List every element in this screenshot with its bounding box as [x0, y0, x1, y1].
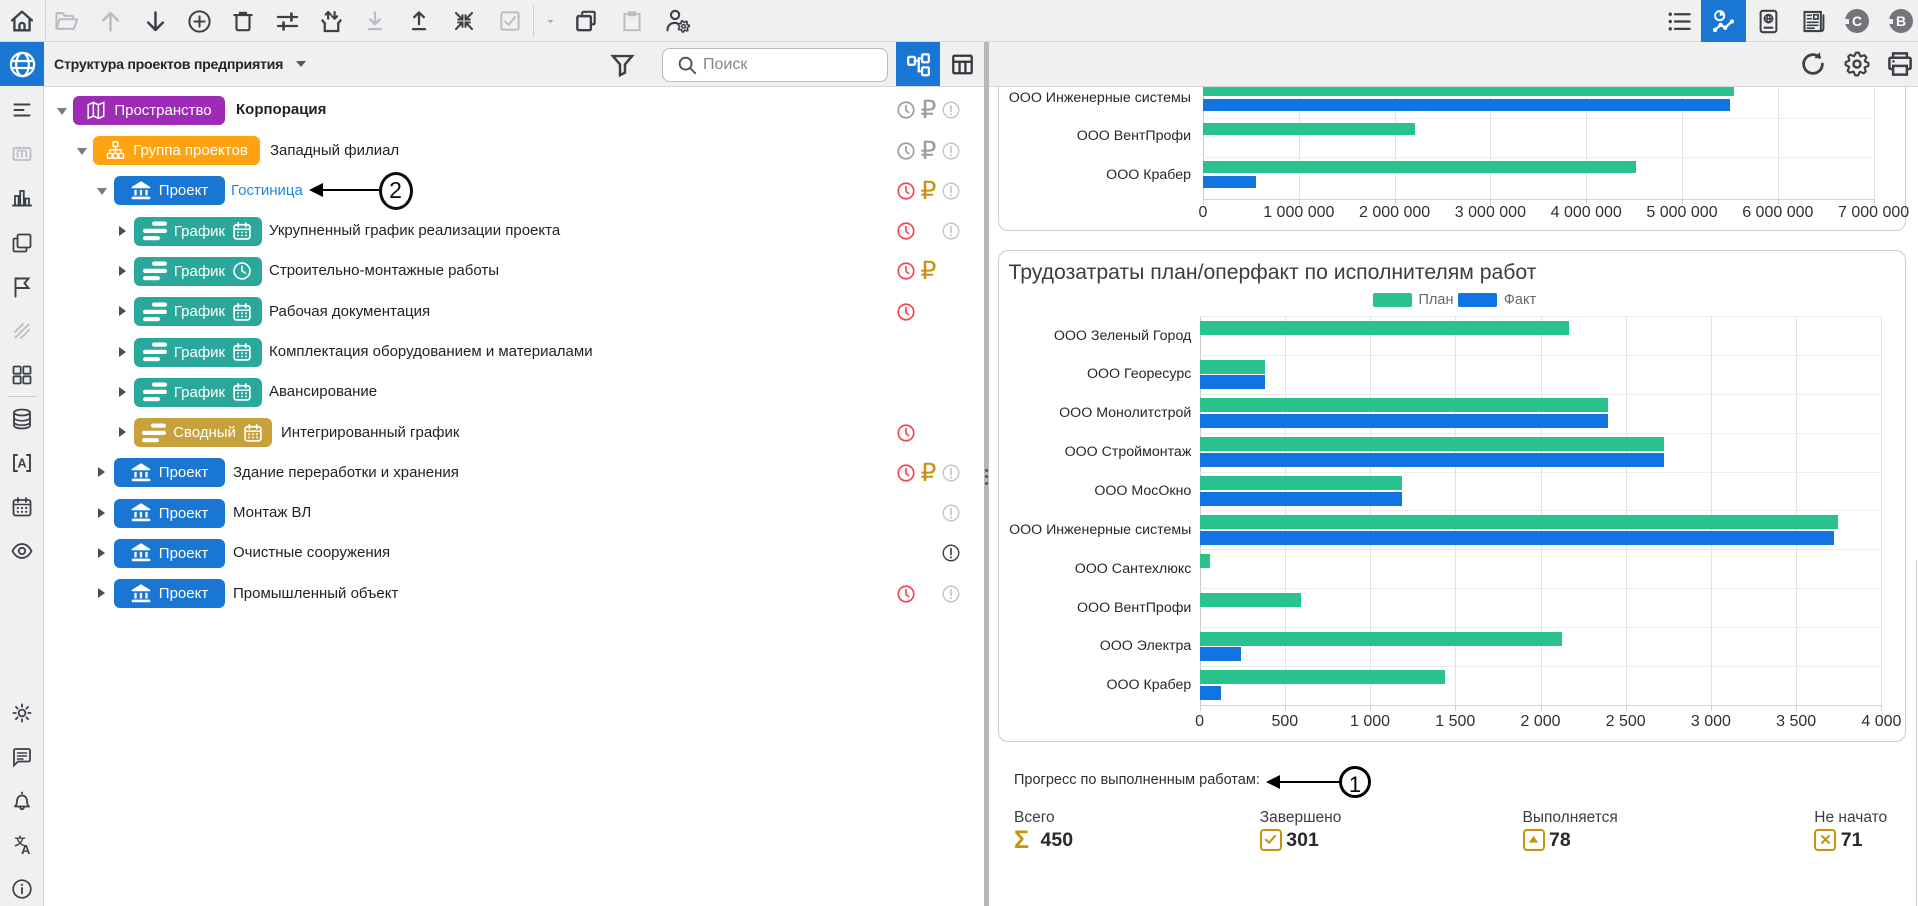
svg-text:B: B — [1896, 13, 1906, 29]
svg-text:C: C — [1852, 13, 1862, 29]
svg-text:A: A — [17, 457, 26, 471]
svg-text:A: A — [21, 842, 31, 857]
